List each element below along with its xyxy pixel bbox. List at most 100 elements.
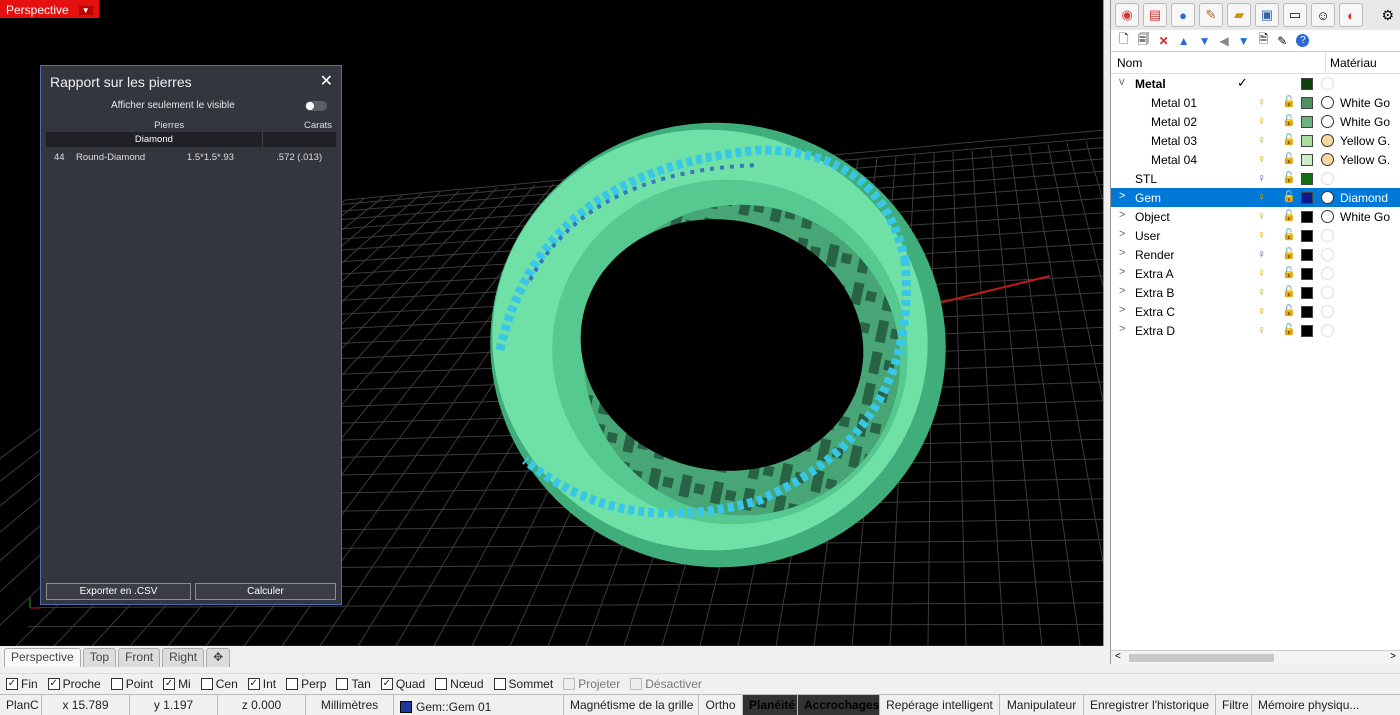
visibility-bulb-icon[interactable]: ♀ [1257,304,1266,318]
osnap-option[interactable]: ✓ Quad [380,677,425,691]
layer-color-swatch[interactable] [1301,268,1313,280]
layer-name[interactable]: STL [1135,172,1157,186]
expand-chevron-icon[interactable]: > [1119,209,1125,221]
ortho-toggle[interactable]: Ortho [699,695,743,715]
osnap-option[interactable]: Projeter [563,677,620,691]
layer-row[interactable]: > Object ♀ 🔓 White Go [1111,207,1400,226]
material-circle-icon[interactable] [1321,153,1334,166]
layer-name[interactable]: Metal [1135,77,1166,91]
folder-icon[interactable]: ▰ [1227,3,1251,27]
layer-color-swatch[interactable] [1301,116,1313,128]
layer-row[interactable]: > User ♀ 🔓 [1111,226,1400,245]
osnap-option[interactable]: Sommet [493,677,553,691]
layer-row[interactable]: Metal 04 ♀ 🔓 Yellow G. [1111,150,1400,169]
new-layer-icon[interactable]: 🗋 [1119,30,1129,51]
material-circle-icon[interactable] [1321,305,1334,318]
close-icon[interactable]: ✕ [320,71,333,91]
layer-name[interactable]: Metal 02 [1151,115,1197,129]
table-row[interactable]: 44 Round-Diamond 1.5*1.5*.93 .572 (.013) [46,147,336,167]
osnap-checkbox[interactable] [110,677,123,690]
move-up-icon[interactable]: ▲ [1178,34,1190,48]
scroll-right-icon[interactable]: > [1390,651,1396,662]
osnap-option[interactable]: Nœud [435,677,484,691]
stones-column-header[interactable]: Pierres [76,118,262,132]
osnap-option[interactable]: Tan [336,677,371,691]
lock-icon[interactable]: 🔓 [1282,266,1296,279]
osnap-option[interactable]: Point [110,677,153,691]
material-circle-icon[interactable] [1321,229,1334,242]
grid-snap-toggle[interactable]: Magnétisme de la grille [564,695,699,715]
layer-name[interactable]: Object [1135,210,1170,224]
render-sphere-icon[interactable]: ● [1171,3,1195,27]
osnap-checkbox[interactable] [630,677,643,690]
layer-color-swatch[interactable] [1301,135,1313,147]
lock-icon[interactable]: 🔓 [1282,133,1296,146]
help-icon[interactable]: ☺ [1311,3,1335,27]
filter-icon[interactable]: ▼ [1238,34,1250,48]
expand-chevron-icon[interactable]: > [1119,247,1125,259]
visibility-bulb-icon[interactable]: ♀ [1257,95,1266,109]
expand-chevron-icon[interactable]: > [1119,285,1125,297]
tab-extra-icon[interactable]: ◐ [1339,3,1363,27]
lock-icon[interactable]: 🔓 [1282,323,1296,336]
lock-icon[interactable]: 🔓 [1282,285,1296,298]
add-viewport-icon[interactable]: ✥ [206,648,231,667]
new-sublayer-icon[interactable]: 🗐 [1138,30,1150,51]
layer-color-swatch[interactable] [1301,78,1313,90]
expand-chevron-icon[interactable]: v [1119,76,1125,88]
tab-top[interactable]: Top [82,648,117,667]
delete-icon[interactable]: ✕ [1159,34,1169,48]
lock-icon[interactable]: 🔓 [1282,114,1296,127]
expand-chevron-icon[interactable]: > [1119,228,1125,240]
material-circle-icon[interactable] [1321,210,1334,223]
visibility-bulb-icon[interactable]: ♀ [1257,152,1266,166]
osnap-checkbox[interactable] [336,677,349,690]
layer-row[interactable]: > Extra B ♀ 🔓 [1111,283,1400,302]
display-icon[interactable]: ▣ [1255,3,1279,27]
osnap-checkbox[interactable] [493,677,506,690]
visibility-bulb-icon[interactable]: ♀ [1257,133,1266,147]
layer-row[interactable]: Metal 02 ♀ 🔓 White Go [1111,112,1400,131]
osnap-option[interactable]: ✓ Mi [163,677,191,691]
scroll-thumb[interactable] [1129,654,1274,662]
layer-row[interactable]: > Gem ♀ 🔓 Diamond [1111,188,1400,207]
osnap-checkbox[interactable] [563,677,576,690]
layer-color-swatch[interactable] [1301,211,1313,223]
color-wheel-icon[interactable]: ◉ [1115,3,1139,27]
osnap-option[interactable]: Cen [200,677,238,691]
carats-column-header[interactable]: Carats [262,118,336,132]
layer-row[interactable]: > Extra D ♀ 🔓 [1111,321,1400,340]
units-label[interactable]: Millimètres [306,695,394,715]
expand-chevron-icon[interactable]: > [1119,323,1125,335]
osnap-checkbox[interactable]: ✓ [380,677,393,690]
current-layer[interactable]: Gem::Gem 01 [394,695,564,715]
viewport-title[interactable]: Perspective ▼ [0,0,99,18]
layer-material[interactable]: Yellow G. [1340,134,1390,148]
lock-icon[interactable]: 🔓 [1282,152,1296,165]
visibility-bulb-icon[interactable]: ♀ [1257,228,1266,242]
visibility-bulb-icon[interactable]: ♀ [1257,171,1266,185]
visibility-bulb-icon[interactable]: ♀ [1257,209,1266,223]
planar-toggle[interactable]: Planéité [743,695,798,715]
osnap-option[interactable]: ✓ Fin [6,677,38,691]
layer-color-swatch[interactable] [1301,249,1313,261]
material-circle-icon[interactable] [1321,77,1334,90]
lock-icon[interactable]: 🔓 [1282,209,1296,222]
layer-color-swatch[interactable] [1301,325,1313,337]
expand-chevron-icon[interactable]: > [1119,266,1125,278]
lock-icon[interactable]: 🔓 [1282,171,1296,184]
lock-icon[interactable]: 🔓 [1282,247,1296,260]
layer-color-swatch[interactable] [1301,192,1313,204]
layer-material[interactable]: White Go [1340,115,1390,129]
layer-name[interactable]: Extra B [1135,286,1174,300]
material-circle-icon[interactable] [1321,172,1334,185]
material-circle-icon[interactable] [1321,248,1334,261]
visibility-bulb-icon[interactable]: ♀ [1257,114,1266,128]
layer-row[interactable]: Metal 03 ♀ 🔓 Yellow G. [1111,131,1400,150]
visibility-bulb-icon[interactable]: ♀ [1257,247,1266,261]
cplane-label[interactable]: PlanC [0,695,42,715]
monitor-icon[interactable]: ▭ [1283,3,1307,27]
export-csv-button[interactable]: Exporter en .CSV [46,583,191,600]
material-circle-icon[interactable] [1321,324,1334,337]
layer-name[interactable]: Extra D [1135,324,1175,338]
